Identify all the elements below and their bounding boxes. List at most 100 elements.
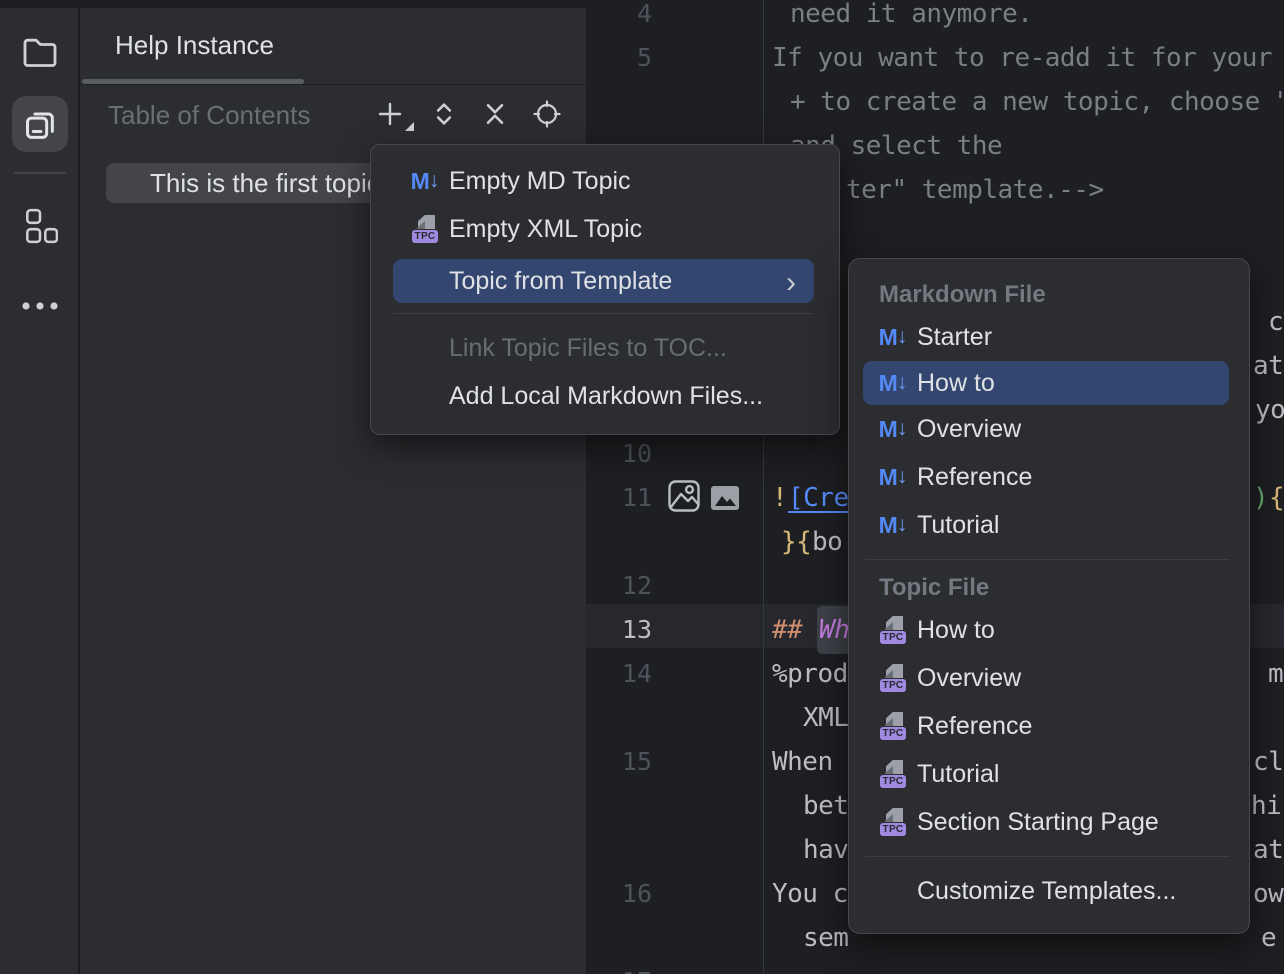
menu-separator (393, 313, 814, 314)
expand-all-icon (430, 100, 458, 128)
toc-tree-item-label: This is the first topic (150, 163, 380, 203)
code-fragment: yo (1255, 388, 1284, 432)
markdown-file-icon: M↓ (879, 323, 907, 351)
image-preview-icon[interactable] (666, 478, 702, 514)
markdown-file-icon: M↓ (879, 511, 907, 539)
submenu-item-tpc-overview[interactable]: TPC Overview (849, 654, 1249, 702)
code-fragment: ter" template.--> (846, 168, 1104, 212)
code-fragment: ## (772, 608, 817, 652)
code-fragment: + to create a new topic, choose " (790, 80, 1284, 124)
dropdown-corner-icon (405, 122, 414, 131)
code-fragment: ) (1253, 476, 1268, 520)
markdown-file-icon: M↓ (879, 369, 907, 397)
topic-file-icon: TPC (879, 616, 907, 644)
submenu-item-tpc-tutorial[interactable]: TPC Tutorial (849, 750, 1249, 798)
code-fragment: bo (812, 520, 842, 564)
expand-all-button[interactable] (427, 97, 461, 131)
image-thumbnail-icon[interactable] (710, 483, 740, 513)
line-number: 15 (586, 740, 652, 784)
topic-file-icon: TPC (879, 760, 907, 788)
add-icon (376, 100, 404, 128)
code-fragment: %prod (772, 652, 848, 696)
code-fragment: { (1269, 476, 1284, 520)
submenu-header-markdown-file: Markdown File (849, 277, 1249, 313)
submenu-arrow-icon: › (786, 266, 796, 300)
markdown-file-icon: M↓ (411, 167, 439, 195)
line-number: 4 (586, 0, 652, 36)
menu-item-link-topic-files[interactable]: Link Topic Files to TOC... (371, 324, 839, 372)
new-topic-menu: M↓ Empty MD Topic TPC Empty XML Topic To… (370, 144, 840, 435)
line-number: 10 (586, 432, 652, 476)
code-fragment: e (1261, 916, 1276, 960)
code-fragment: When (772, 740, 848, 784)
code-fragment: at (1253, 828, 1283, 872)
menu-item-add-local-markdown[interactable]: Add Local Markdown Files... (371, 372, 839, 420)
more-horizontal-icon (20, 300, 60, 312)
code-fragment: If you want to re-add it for your (772, 36, 1272, 80)
line-number: 5 (586, 36, 652, 80)
markdown-file-icon: M↓ (879, 463, 907, 491)
submenu-item-tpc-section-starting-page[interactable]: TPC Section Starting Page (849, 798, 1249, 846)
window-top-strip (0, 0, 586, 8)
submenu-item-customize-templates[interactable]: Customize Templates... (849, 867, 1249, 915)
structure-icon (22, 208, 58, 244)
line-number: 14 (586, 652, 652, 696)
collapse-all-icon (481, 100, 509, 128)
code-fragment: Wh (819, 608, 849, 652)
code-fragment: sem (803, 916, 848, 960)
collapse-all-button[interactable] (478, 97, 512, 131)
structure-tool-button[interactable] (12, 198, 68, 254)
line-number: 12 (586, 564, 652, 608)
topic-file-icon: TPC (879, 808, 907, 836)
menu-item-empty-xml-topic[interactable]: TPC Empty XML Topic (371, 205, 839, 253)
more-tool-windows-button[interactable] (12, 278, 68, 334)
submenu-item-md-tutorial[interactable]: M↓ Tutorial (849, 501, 1249, 549)
copy-stack-icon (20, 104, 60, 144)
line-number: 13 (586, 608, 652, 652)
stripe-divider (14, 172, 66, 174)
menu-item-empty-md-topic[interactable]: M↓ Empty MD Topic (371, 157, 839, 205)
add-topic-button[interactable] (373, 97, 407, 131)
submenu-item-md-reference[interactable]: M↓ Reference (849, 453, 1249, 501)
toc-tool-button[interactable] (12, 96, 68, 152)
toc-header: Table of Contents (108, 100, 310, 131)
code-fragment: m (1268, 652, 1283, 696)
submenu-item-md-how-to[interactable]: M↓ How to (863, 361, 1229, 405)
line-number: 11 (586, 476, 652, 520)
markdown-file-icon: M↓ (879, 415, 907, 443)
code-fragment: cl (1253, 740, 1283, 784)
submenu-separator (865, 559, 1229, 560)
submenu-item-tpc-reference[interactable]: TPC Reference (849, 702, 1249, 750)
line-number: 16 (586, 872, 652, 916)
topic-file-icon: TPC (879, 712, 907, 740)
tool-window-stripe (0, 0, 79, 974)
code-fragment: You c (772, 872, 848, 916)
topic-file-icon: TPC (411, 215, 439, 243)
code-fragment: }{ (781, 520, 811, 564)
toc-toolbar: Table of Contents (80, 86, 586, 145)
folder-icon (20, 32, 60, 72)
code-fragment: ow (1253, 872, 1283, 916)
topic-template-submenu: Markdown File M↓ Starter M↓ How to M↓ Ov… (848, 258, 1250, 934)
locate-topic-button[interactable] (530, 97, 564, 131)
submenu-separator (865, 856, 1229, 857)
menu-item-topic-from-template[interactable]: Topic from Template › (393, 259, 814, 303)
code-fragment: [Cre (788, 476, 849, 520)
project-tool-button[interactable] (12, 24, 68, 80)
code-fragment: c (1268, 300, 1283, 344)
submenu-item-md-overview[interactable]: M↓ Overview (849, 405, 1249, 453)
line-number: 17 (586, 960, 652, 974)
code-fragment: need it anymore. (790, 0, 1032, 36)
locate-icon (533, 100, 561, 128)
code-fragment: ! (772, 476, 787, 520)
writerside-window: 45 1011 121314 15 16 17 need it anymore.If yo… (0, 0, 1284, 974)
submenu-item-md-starter[interactable]: M↓ Starter (849, 313, 1249, 361)
submenu-header-topic-file: Topic File (849, 570, 1249, 606)
panel-header: Help Instance (80, 8, 586, 85)
code-fragment: at (1253, 344, 1283, 388)
tab-underline (82, 79, 304, 84)
submenu-item-tpc-how-to[interactable]: TPC How to (849, 606, 1249, 654)
panel-title: Help Instance (115, 30, 274, 61)
topic-file-icon: TPC (879, 664, 907, 692)
code-fragment: his (1251, 784, 1284, 828)
